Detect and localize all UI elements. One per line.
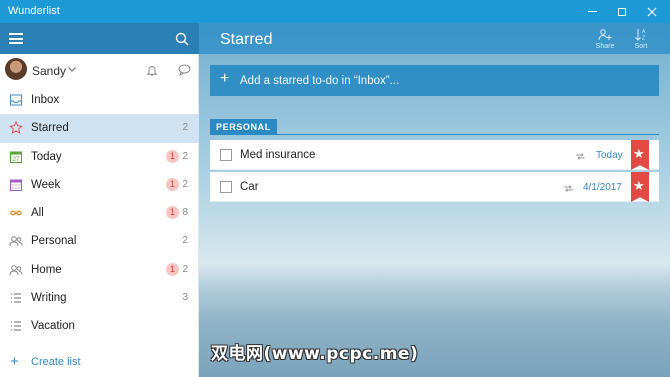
window-title: Wunderlist — [8, 5, 60, 17]
infinity-icon — [10, 210, 22, 216]
calendar-week-icon — [10, 179, 22, 191]
inbox-icon — [10, 94, 22, 106]
main-panel: Starred Share AZ Sort + Add a starred to… — [199, 23, 670, 377]
search-icon[interactable] — [175, 32, 189, 46]
task-due-date: 4/1/2017 — [583, 182, 622, 193]
task-title[interactable]: Car — [240, 181, 259, 193]
sidebar-list: Inbox Starred 2 27 Today 1 2 Week 1 2 Al… — [0, 86, 199, 341]
maximize-icon — [618, 7, 626, 16]
avatar[interactable] — [5, 58, 27, 80]
svg-text:27: 27 — [13, 157, 20, 163]
sidebar-item-home[interactable]: Home 1 2 — [0, 256, 199, 284]
close-icon — [647, 7, 657, 16]
sidebar: Sandy Inbox Starred 2 27 Today 1 2 Week … — [0, 23, 199, 377]
item-count: 8 — [182, 207, 188, 219]
maximize-button[interactable] — [607, 0, 637, 23]
sort-button[interactable]: AZ Sort — [624, 27, 658, 53]
people-icon — [9, 264, 23, 275]
sidebar-item-label: Writing — [31, 292, 67, 305]
section-divider — [210, 134, 659, 135]
task-row[interactable]: Car 4/1/2017 ★ — [210, 172, 659, 202]
svg-text:Z: Z — [642, 36, 645, 42]
sidebar-item-inbox[interactable]: Inbox — [0, 86, 199, 114]
sidebar-item-starred[interactable]: Starred 2 — [0, 114, 199, 143]
page-title: Starred — [220, 31, 273, 48]
user-name[interactable]: Sandy — [32, 64, 66, 78]
hamburger-menu-icon[interactable] — [9, 33, 23, 44]
star-flag-button[interactable]: ★ — [631, 172, 649, 202]
sidebar-item-vacation[interactable]: Vacation — [0, 312, 199, 340]
window-titlebar: Wunderlist — [0, 0, 670, 23]
sidebar-item-week[interactable]: Week 1 2 — [0, 171, 199, 199]
star-flag-button[interactable]: ★ — [631, 140, 649, 170]
add-todo-placeholder: Add a starred to-do in “Inbox”... — [240, 75, 400, 87]
share-label: Share — [595, 43, 615, 50]
minimize-icon — [587, 11, 597, 12]
share-icon — [598, 29, 612, 41]
create-list-button[interactable]: + Create list — [0, 350, 199, 374]
sidebar-item-label: Starred — [31, 122, 69, 135]
sidebar-item-label: Personal — [31, 235, 77, 248]
sidebar-item-label: Week — [31, 178, 61, 191]
task-due-date: Today — [596, 150, 623, 161]
overdue-badge: 1 — [166, 206, 179, 220]
repeat-icon — [564, 185, 573, 192]
overdue-badge: 1 — [166, 177, 179, 191]
item-count: 2 — [182, 150, 188, 162]
sidebar-item-label: Home — [31, 263, 62, 276]
calendar-today-icon: 27 — [10, 151, 22, 163]
star-icon: ★ — [633, 178, 645, 193]
sidebar-item-personal[interactable]: Personal 2 — [0, 227, 199, 255]
item-count: 2 — [182, 178, 188, 190]
overdue-badge: 1 — [166, 262, 179, 276]
item-count: 2 — [182, 235, 188, 247]
section-header[interactable]: PERSONAL — [210, 119, 277, 135]
item-count: 2 — [182, 263, 188, 275]
sidebar-item-label: All — [31, 207, 44, 220]
user-row[interactable]: Sandy — [0, 54, 199, 86]
sidebar-header — [0, 23, 199, 54]
star-icon — [9, 121, 23, 135]
people-icon — [9, 236, 23, 247]
sidebar-item-writing[interactable]: Writing 3 — [0, 284, 199, 312]
close-button[interactable] — [637, 0, 667, 23]
share-button[interactable]: Share — [588, 27, 622, 53]
sidebar-item-today[interactable]: 27 Today 1 2 — [0, 143, 199, 171]
task-checkbox[interactable] — [220, 149, 232, 161]
main-toolbar: Starred Share AZ Sort — [199, 23, 670, 54]
overdue-badge: 1 — [166, 149, 179, 163]
task-title[interactable]: Med insurance — [240, 149, 315, 161]
task-checkbox[interactable] — [220, 181, 232, 193]
sort-icon: AZ — [635, 29, 646, 42]
minimize-button[interactable] — [577, 0, 607, 23]
bell-icon[interactable] — [146, 64, 158, 77]
sidebar-item-label: Today — [31, 150, 62, 163]
chat-icon[interactable] — [178, 64, 191, 76]
create-list-label: Create list — [31, 356, 81, 368]
add-todo-input[interactable]: + Add a starred to-do in “Inbox”... — [210, 65, 659, 96]
star-icon: ★ — [633, 146, 645, 161]
task-row[interactable]: Med insurance Today ★ — [210, 140, 659, 170]
item-count: 3 — [182, 292, 188, 304]
sort-label: Sort — [634, 43, 648, 50]
item-count: 2 — [182, 122, 188, 134]
sidebar-item-all[interactable]: All 1 8 — [0, 199, 199, 227]
chevron-down-icon[interactable] — [67, 64, 77, 74]
svg-text:A: A — [642, 29, 646, 35]
watermark: 双电网(www.pcpc.me) — [211, 344, 419, 364]
list-icon — [11, 321, 21, 331]
repeat-icon — [576, 153, 585, 160]
plus-icon: + — [10, 353, 19, 370]
sidebar-item-label: Inbox — [31, 94, 60, 106]
plus-icon: + — [220, 70, 230, 87]
sidebar-item-label: Vacation — [31, 320, 75, 333]
list-icon — [11, 293, 21, 303]
